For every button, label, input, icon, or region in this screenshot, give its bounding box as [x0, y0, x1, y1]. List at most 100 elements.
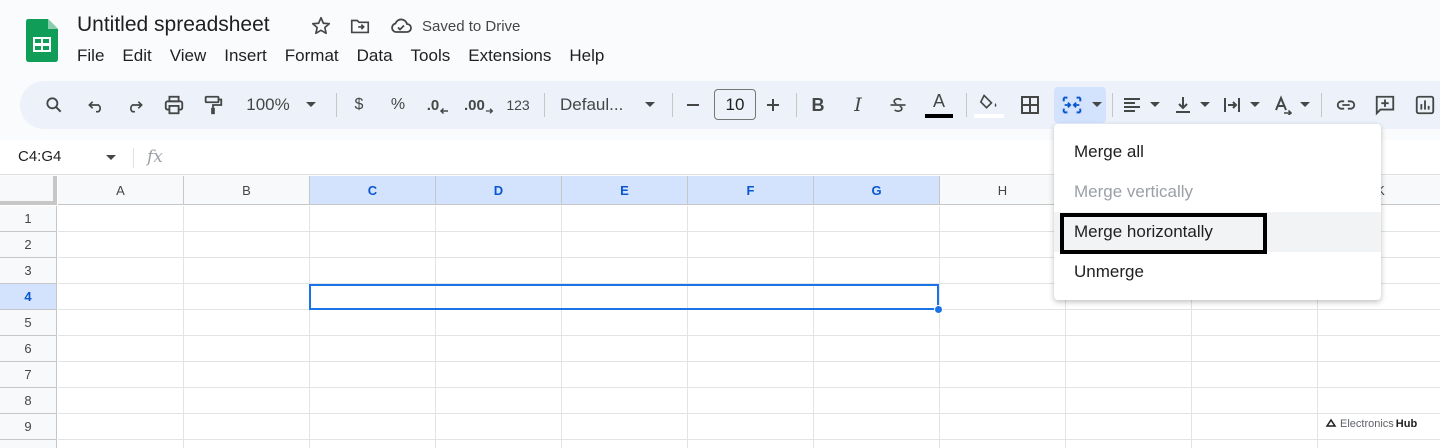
row-header-6[interactable]: 6 — [0, 336, 57, 362]
print-icon[interactable] — [160, 81, 188, 129]
cell-f5[interactable] — [688, 310, 814, 336]
cell-j5[interactable] — [1192, 310, 1318, 336]
column-header-a[interactable]: A — [58, 176, 184, 205]
row-header-1[interactable]: 1 — [0, 206, 57, 232]
cell-f10[interactable] — [688, 440, 814, 448]
borders-icon[interactable] — [1017, 81, 1043, 129]
cell-d8[interactable] — [436, 388, 562, 414]
cell-j8[interactable] — [1192, 388, 1318, 414]
cell-d3[interactable] — [436, 258, 562, 284]
align-left-icon[interactable] — [1120, 81, 1144, 129]
selected-range[interactable] — [309, 284, 939, 310]
bold-button[interactable]: B — [808, 81, 828, 129]
fill-handle[interactable] — [934, 305, 943, 314]
cell-c3[interactable] — [310, 258, 436, 284]
cell-f1[interactable] — [688, 206, 814, 232]
cell-j7[interactable] — [1192, 362, 1318, 388]
cell-f2[interactable] — [688, 232, 814, 258]
cell-d7[interactable] — [436, 362, 562, 388]
chevron-down-icon[interactable] — [105, 154, 117, 162]
comment-icon[interactable] — [1372, 81, 1398, 129]
cell-g8[interactable] — [814, 388, 940, 414]
cell-f3[interactable] — [688, 258, 814, 284]
text-rotation-icon[interactable] — [1270, 81, 1294, 129]
percent-button[interactable]: % — [388, 81, 408, 129]
cell-f9[interactable] — [688, 414, 814, 440]
chevron-down-icon[interactable] — [1298, 81, 1312, 129]
cell-a3[interactable] — [58, 258, 184, 284]
cell-j9[interactable] — [1192, 414, 1318, 440]
menu-tools[interactable]: Tools — [402, 44, 460, 68]
menu-item-unmerge[interactable]: Unmerge — [1054, 252, 1381, 292]
chevron-down-icon[interactable] — [1090, 81, 1104, 129]
menu-item-merge-all[interactable]: Merge all — [1054, 132, 1381, 172]
column-header-g[interactable]: G — [814, 176, 940, 205]
row-header-3[interactable]: 3 — [0, 258, 57, 284]
cell-j6[interactable] — [1192, 336, 1318, 362]
cell-h4[interactable] — [940, 284, 1066, 310]
cell-a5[interactable] — [58, 310, 184, 336]
cell-c10[interactable] — [310, 440, 436, 448]
cell-b7[interactable] — [184, 362, 310, 388]
star-icon[interactable] — [309, 14, 333, 38]
cell-e6[interactable] — [562, 336, 688, 362]
cell-g1[interactable] — [814, 206, 940, 232]
cell-c5[interactable] — [310, 310, 436, 336]
cell-d6[interactable] — [436, 336, 562, 362]
column-header-h[interactable]: H — [940, 176, 1066, 205]
italic-button[interactable]: I — [848, 81, 868, 129]
column-header-e[interactable]: E — [562, 176, 688, 205]
merge-cells-icon[interactable] — [1060, 81, 1084, 129]
redo-icon[interactable] — [121, 81, 149, 129]
cell-e8[interactable] — [562, 388, 688, 414]
cell-b2[interactable] — [184, 232, 310, 258]
cell-c9[interactable] — [310, 414, 436, 440]
column-header-b[interactable]: B — [184, 176, 310, 205]
cell-g3[interactable] — [814, 258, 940, 284]
cell-k8[interactable] — [1318, 388, 1440, 414]
increase-decimal-button[interactable]: .00 — [464, 81, 494, 129]
cell-f8[interactable] — [688, 388, 814, 414]
cell-i10[interactable] — [1066, 440, 1192, 448]
font-select[interactable]: Defaul... — [560, 81, 632, 129]
cell-i6[interactable] — [1066, 336, 1192, 362]
document-title[interactable]: Untitled spreadsheet — [77, 13, 270, 37]
menu-insert[interactable]: Insert — [215, 44, 276, 68]
chevron-down-icon[interactable] — [1198, 81, 1212, 129]
decrease-font-size-icon[interactable] — [682, 81, 704, 129]
row-header-7[interactable]: 7 — [0, 362, 57, 388]
cell-k10[interactable] — [1318, 440, 1440, 448]
text-wrap-icon[interactable] — [1220, 81, 1244, 129]
cell-g10[interactable] — [814, 440, 940, 448]
menu-help[interactable]: Help — [560, 44, 613, 68]
chevron-down-icon[interactable] — [1248, 81, 1262, 129]
cell-g5[interactable] — [814, 310, 940, 336]
menu-item-merge-horizontally[interactable]: Merge horizontally — [1054, 212, 1381, 252]
cell-d10[interactable] — [436, 440, 562, 448]
cell-d2[interactable] — [436, 232, 562, 258]
cell-k6[interactable] — [1318, 336, 1440, 362]
move-folder-icon[interactable] — [348, 14, 372, 38]
currency-button[interactable]: $ — [350, 81, 368, 129]
row-header-10[interactable]: 10 — [0, 440, 57, 448]
chevron-down-icon[interactable] — [1148, 81, 1162, 129]
cell-b9[interactable] — [184, 414, 310, 440]
cell-h7[interactable] — [940, 362, 1066, 388]
increase-font-size-icon[interactable] — [762, 81, 784, 129]
select-all-corner[interactable] — [0, 176, 57, 205]
cell-b10[interactable] — [184, 440, 310, 448]
cell-g6[interactable] — [814, 336, 940, 362]
cell-g7[interactable] — [814, 362, 940, 388]
cell-a9[interactable] — [58, 414, 184, 440]
cell-c8[interactable] — [310, 388, 436, 414]
row-header-9[interactable]: 9 — [0, 414, 57, 440]
cell-k7[interactable] — [1318, 362, 1440, 388]
cell-h2[interactable] — [940, 232, 1066, 258]
cell-c2[interactable] — [310, 232, 436, 258]
link-icon[interactable] — [1333, 81, 1359, 129]
cell-h8[interactable] — [940, 388, 1066, 414]
cell-e3[interactable] — [562, 258, 688, 284]
column-header-d[interactable]: D — [436, 176, 562, 205]
row-header-8[interactable]: 8 — [0, 388, 57, 414]
cell-e2[interactable] — [562, 232, 688, 258]
